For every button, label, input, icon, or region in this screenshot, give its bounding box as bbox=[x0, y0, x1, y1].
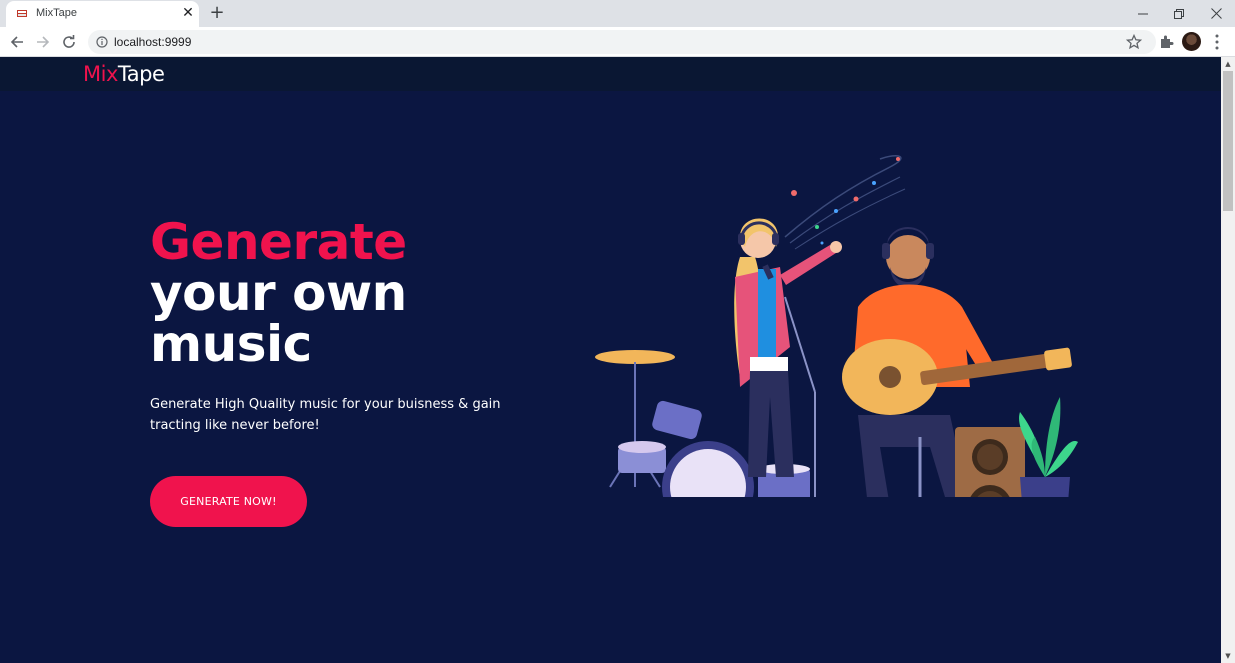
page-scrollbar[interactable]: ▲ ▼ bbox=[1221, 57, 1235, 663]
star-icon[interactable] bbox=[1126, 34, 1142, 50]
hero-title-line-2: your own bbox=[150, 264, 407, 322]
url-text[interactable]: localhost:9999 bbox=[114, 35, 191, 49]
singer-figure bbox=[734, 218, 842, 477]
music-notes-icon bbox=[784, 155, 906, 250]
tab-close-button[interactable]: ✕ bbox=[180, 5, 196, 21]
back-icon bbox=[10, 36, 23, 48]
band-illustration bbox=[595, 155, 1078, 497]
logo-tape-text: Tape bbox=[117, 62, 165, 86]
logo-mix-text: Mix bbox=[83, 62, 118, 86]
close-icon bbox=[1210, 8, 1222, 19]
browser-tab[interactable]: MixTape ✕ bbox=[6, 1, 199, 27]
reload-button[interactable] bbox=[58, 31, 80, 53]
scroll-thumb[interactable] bbox=[1223, 71, 1233, 211]
hero-subtitle: Generate High Quality music for your bui… bbox=[150, 397, 501, 433]
speaker-icon bbox=[955, 427, 1025, 497]
forward-button[interactable] bbox=[32, 31, 54, 53]
address-bar[interactable]: localhost:9999 bbox=[88, 30, 1156, 54]
hero-title-line-1: Generate bbox=[150, 213, 407, 271]
site-header: MixTape bbox=[0, 57, 1221, 91]
extensions-icon[interactable] bbox=[1157, 33, 1175, 51]
forward-icon bbox=[37, 36, 50, 48]
plant-icon bbox=[1019, 397, 1078, 497]
scroll-up-icon[interactable]: ▲ bbox=[1221, 57, 1235, 71]
new-tab-button[interactable]: + bbox=[208, 4, 226, 22]
restore-icon bbox=[1174, 8, 1184, 19]
close-window-button[interactable] bbox=[1198, 0, 1234, 27]
restore-button[interactable] bbox=[1161, 0, 1197, 27]
favicon-icon bbox=[17, 10, 27, 17]
back-button[interactable] bbox=[6, 31, 28, 53]
info-icon[interactable] bbox=[96, 36, 108, 48]
generate-now-button[interactable]: GENERATE NOW! bbox=[150, 476, 307, 527]
minimize-button[interactable] bbox=[1125, 0, 1161, 27]
tab-strip: MixTape ✕ + bbox=[0, 0, 1235, 27]
reload-icon bbox=[63, 35, 75, 48]
hero-title: Generate your own music bbox=[150, 217, 407, 370]
hero-title-line-3: music bbox=[150, 315, 312, 373]
profile-avatar[interactable] bbox=[1182, 32, 1201, 51]
menu-icon[interactable] bbox=[1210, 33, 1224, 51]
scroll-down-icon[interactable]: ▼ bbox=[1221, 649, 1235, 663]
tab-title: MixTape bbox=[36, 7, 77, 19]
minimize-icon bbox=[1138, 13, 1148, 14]
page-viewport: MixTape Generate your own music Generate… bbox=[0, 57, 1221, 663]
browser-toolbar: localhost:9999 bbox=[0, 27, 1235, 57]
site-logo[interactable]: MixTape bbox=[83, 62, 165, 86]
